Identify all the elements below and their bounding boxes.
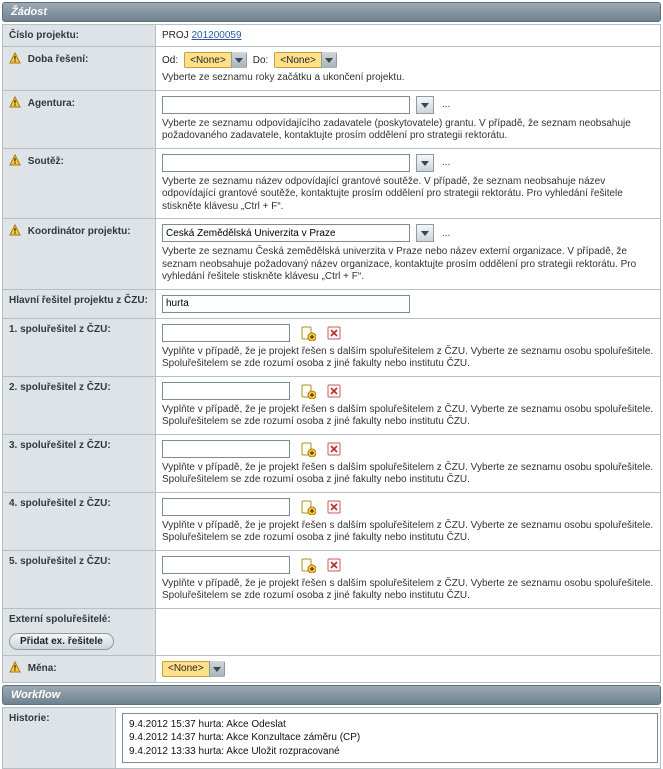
label-co1: 1. spoluřešitel z ČZU: — [3, 318, 156, 376]
value-co2: Vyplňte v případě, že je projekt řešen s… — [156, 376, 661, 434]
warning-icon — [9, 665, 24, 676]
label-project-number: Číslo projektu: — [3, 25, 156, 47]
agency-browse[interactable]: ... — [442, 99, 450, 110]
competition-dropdown-button[interactable] — [416, 154, 434, 172]
chevron-down-icon — [231, 52, 247, 68]
value-co3: Vyplňte v případě, že je projekt řešen s… — [156, 434, 661, 492]
to-dropdown[interactable]: <None> — [274, 52, 337, 68]
label-main-investigator: Hlavní řešitel projektu z ČZU: — [3, 289, 156, 318]
project-number-link[interactable]: 201200059 — [191, 30, 241, 41]
help-coordinator: Vyberte ze seznamu Česká zemědělská univ… — [162, 246, 654, 284]
value-competition: ... Vyberte ze seznamu název odpovídajíc… — [156, 148, 661, 219]
coordinator-input[interactable] — [162, 224, 410, 242]
co2-input[interactable] — [162, 382, 290, 400]
value-project-number: PROJ 201200059 — [156, 25, 661, 47]
section-header-workflow: Workflow — [2, 685, 661, 705]
add-icon[interactable] — [300, 499, 316, 515]
history-line: 9.4.2012 15:37 hurta: Akce Odeslat — [129, 718, 651, 732]
label-history: Historie: — [3, 707, 116, 769]
currency-dropdown[interactable]: <None> — [162, 661, 225, 677]
label-co3: 3. spoluřešitel z ČZU: — [3, 434, 156, 492]
label-co5: 5. spoluřešitel z ČZU: — [3, 550, 156, 608]
remove-icon[interactable] — [326, 325, 342, 341]
competition-input[interactable] — [162, 154, 410, 172]
label-duration: Doba řešení: — [3, 47, 156, 91]
label-external: Externí spoluřešitelé: Přidat ex. řešite… — [3, 608, 156, 655]
chevron-down-icon — [321, 52, 337, 68]
add-icon[interactable] — [300, 441, 316, 457]
help-duration: Vyberte ze seznamu roky začátku a ukonče… — [162, 72, 654, 85]
co3-input[interactable] — [162, 440, 290, 458]
remove-icon[interactable] — [326, 441, 342, 457]
agency-input[interactable] — [162, 96, 410, 114]
label-coordinator: Koordinátor projektu: — [3, 219, 156, 290]
add-icon[interactable] — [300, 325, 316, 341]
add-icon[interactable] — [300, 557, 316, 573]
warning-icon — [9, 158, 24, 169]
value-external — [156, 608, 661, 655]
competition-browse[interactable]: ... — [442, 157, 450, 168]
main-investigator-input[interactable] — [162, 295, 410, 313]
to-value: <None> — [274, 52, 321, 68]
remove-icon[interactable] — [326, 499, 342, 515]
value-main-investigator — [156, 289, 661, 318]
label-co2: 2. spoluřešitel z ČZU: — [3, 376, 156, 434]
value-agency: ... Vyberte ze seznamu odpovídajícího za… — [156, 90, 661, 148]
to-label: Do: — [253, 55, 269, 66]
help-co4: Vyplňte v případě, že je projekt řešen s… — [162, 520, 654, 545]
history-line: 9.4.2012 14:37 hurta: Akce Konzultace zá… — [129, 731, 651, 745]
history-line: 9.4.2012 13:33 hurta: Akce Uložit rozpra… — [129, 745, 651, 759]
label-currency: Měna: — [3, 655, 156, 682]
label-co4: 4. spoluřešitel z ČZU: — [3, 492, 156, 550]
help-co2: Vyplňte v případě, že je projekt řešen s… — [162, 404, 654, 429]
section-header-request: Žádost — [2, 2, 661, 22]
help-competition: Vyberte ze seznamu název odpovídající gr… — [162, 176, 654, 214]
value-duration: Od: <None> Do: <None> Vyberte ze seznamu… — [156, 47, 661, 91]
value-history: 9.4.2012 15:37 hurta: Akce Odeslat 9.4.2… — [116, 707, 661, 769]
history-box: 9.4.2012 15:37 hurta: Akce Odeslat 9.4.2… — [122, 713, 658, 764]
value-co5: Vyplňte v případě, že je projekt řešen s… — [156, 550, 661, 608]
help-co5: Vyplňte v případě, že je projekt řešen s… — [162, 578, 654, 603]
agency-dropdown-button[interactable] — [416, 96, 434, 114]
from-value: <None> — [184, 52, 231, 68]
value-coordinator: ... Vyberte ze seznamu Česká zemědělská … — [156, 219, 661, 290]
warning-icon — [9, 56, 24, 67]
value-co1: Vyplňte v případě, že je projekt řešen s… — [156, 318, 661, 376]
coordinator-browse[interactable]: ... — [442, 228, 450, 239]
label-agency: Agentura: — [3, 90, 156, 148]
from-dropdown[interactable]: <None> — [184, 52, 247, 68]
remove-icon[interactable] — [326, 557, 342, 573]
add-icon[interactable] — [300, 383, 316, 399]
value-currency: <None> — [156, 655, 661, 682]
currency-value: <None> — [162, 661, 209, 677]
from-label: Od: — [162, 55, 178, 66]
chevron-down-icon — [209, 661, 225, 677]
project-prefix: PROJ — [162, 30, 189, 41]
add-external-button[interactable]: Přidat ex. řešitele — [9, 633, 114, 650]
value-co4: Vyplňte v případě, že je projekt řešen s… — [156, 492, 661, 550]
remove-icon[interactable] — [326, 383, 342, 399]
coordinator-dropdown-button[interactable] — [416, 224, 434, 242]
co1-input[interactable] — [162, 324, 290, 342]
co5-input[interactable] — [162, 556, 290, 574]
help-co3: Vyplňte v případě, že je projekt řešen s… — [162, 462, 654, 487]
help-agency: Vyberte ze seznamu odpovídajícího zadava… — [162, 118, 654, 143]
warning-icon — [9, 100, 24, 111]
co4-input[interactable] — [162, 498, 290, 516]
label-competition: Soutěž: — [3, 148, 156, 219]
help-co1: Vyplňte v případě, že je projekt řešen s… — [162, 346, 654, 371]
warning-icon — [9, 228, 24, 239]
